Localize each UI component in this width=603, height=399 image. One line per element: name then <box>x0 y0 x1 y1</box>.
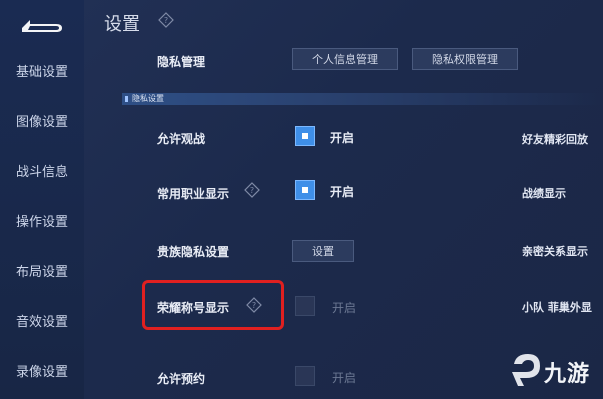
section-marker <box>125 96 128 102</box>
common-job-display-label: 常用职业显示 <box>157 187 230 201</box>
help-icon[interactable]: ? <box>244 182 260 198</box>
allow-reservation-label: 允许预约 <box>157 372 206 386</box>
back-arrow-icon[interactable] <box>16 14 66 36</box>
common-job-display-checkbox[interactable] <box>295 180 315 200</box>
page-title: 设置 <box>104 14 140 35</box>
noble-privacy-label: 贵族隐私设置 <box>157 245 230 259</box>
section-header: 隐私设置 <box>122 93 603 105</box>
watermark-text: 九游 <box>544 362 591 387</box>
friend-replay-label: 好友精彩回放 <box>522 133 588 146</box>
highlight-annotation <box>142 280 284 330</box>
allow-reservation-checkbox[interactable] <box>295 366 315 386</box>
sidebar-item-layout[interactable]: 布局设置 <box>0 258 84 288</box>
sidebar-item-basic[interactable]: 基础设置 <box>0 58 84 88</box>
honor-title-display-state: 开启 <box>332 301 357 315</box>
team-external-display-label: 小队 菲巢外显 <box>522 301 592 314</box>
common-job-display-state: 开启 <box>330 185 355 199</box>
settings-screen: 基础设置 图像设置 战斗信息 操作设置 布局设置 音效设置 录像设置 设置 ? … <box>0 0 603 399</box>
honor-title-display-checkbox[interactable] <box>295 296 315 316</box>
battle-record-label: 战绩显示 <box>522 187 566 200</box>
svg-text:?: ? <box>164 16 168 25</box>
allow-spectate-checkbox[interactable] <box>295 126 315 146</box>
watermark-logo: 九游 <box>508 350 600 390</box>
sidebar-item-replay[interactable]: 录像设置 <box>0 358 84 388</box>
sidebar: 基础设置 图像设置 战斗信息 操作设置 布局设置 音效设置 录像设置 <box>0 0 84 399</box>
privacy-permission-button[interactable]: 隐私权限管理 <box>412 48 518 70</box>
sidebar-item-image[interactable]: 图像设置 <box>0 108 84 138</box>
allow-spectate-label: 允许观战 <box>157 132 206 146</box>
personal-info-button[interactable]: 个人信息管理 <box>292 48 398 70</box>
section-title: 隐私设置 <box>132 94 164 103</box>
sidebar-item-controls[interactable]: 操作设置 <box>0 208 84 238</box>
sidebar-item-audio[interactable]: 音效设置 <box>0 308 84 338</box>
svg-text:?: ? <box>250 186 254 195</box>
privacy-management-label: 隐私管理 <box>157 55 206 69</box>
sidebar-item-battle-info[interactable]: 战斗信息 <box>0 158 84 188</box>
allow-reservation-state: 开启 <box>332 371 357 385</box>
allow-spectate-state: 开启 <box>330 131 355 145</box>
intimacy-display-label: 亲密关系显示 <box>522 245 588 258</box>
help-icon[interactable]: ? <box>158 12 174 28</box>
noble-privacy-settings-button[interactable]: 设置 <box>292 240 354 262</box>
